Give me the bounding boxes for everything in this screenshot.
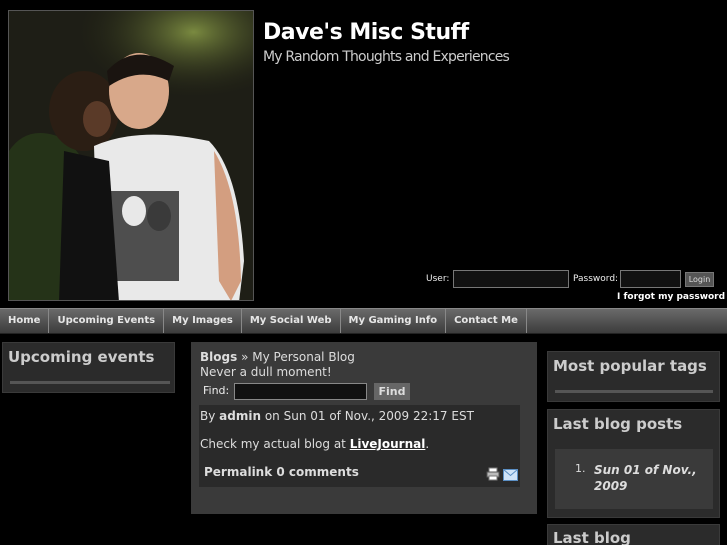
post-author[interactable]: admin <box>219 409 261 423</box>
nav-home[interactable]: Home <box>0 309 50 333</box>
popular-tags-box: Most popular tags <box>547 351 720 402</box>
divider <box>10 381 170 384</box>
livejournal-link[interactable]: LiveJournal <box>350 437 426 451</box>
forgot-password-link[interactable]: I forgot my password <box>617 292 725 302</box>
blog-panel: Blogs » My Personal Blog Never a dull mo… <box>191 342 537 514</box>
find-input[interactable] <box>234 383 367 400</box>
find-button[interactable]: Find <box>374 383 410 400</box>
breadcrumb-current: My Personal Blog <box>252 350 355 364</box>
email-icon[interactable] <box>503 466 518 485</box>
last-post-link[interactable]: Sun 01 of Nov., 2009 <box>594 462 709 494</box>
post-links: Permalink 0 comments <box>204 465 359 479</box>
divider <box>555 390 713 393</box>
nav-contact-me[interactable]: Contact Me <box>446 309 527 333</box>
login-button[interactable]: Login <box>685 272 714 287</box>
site-subtitle: My Random Thoughts and Experiences <box>263 49 510 65</box>
nav-upcoming-events[interactable]: Upcoming Events <box>49 309 165 333</box>
upcoming-events-title: Upcoming events <box>8 348 155 366</box>
permalink-link[interactable]: Permalink <box>204 465 272 479</box>
breadcrumb-separator: » <box>237 350 253 364</box>
find-label: Find: <box>203 384 230 397</box>
breadcrumb: Blogs » My Personal Blog <box>200 350 355 364</box>
breadcrumb-blogs[interactable]: Blogs <box>200 350 237 364</box>
post-body-text: Check my actual blog at <box>200 437 350 451</box>
last-blog-box: Last blog <box>547 524 720 545</box>
user-label: User: <box>426 274 450 284</box>
password-label: Password: <box>573 274 619 284</box>
post-meta: By admin on Sun 01 of Nov., 2009 22:17 E… <box>200 409 474 423</box>
post-body-suffix: . <box>425 437 430 451</box>
last-posts-list: 1. Sun 01 of Nov., 2009 <box>555 449 713 509</box>
post-body: Check my actual blog at LiveJournal. <box>200 437 429 451</box>
popular-tags-title: Most popular tags <box>553 357 707 375</box>
post-actions <box>486 466 518 485</box>
user-field[interactable] <box>453 270 569 288</box>
last-posts-box: Last blog posts 1. Sun 01 of Nov., 2009 <box>547 409 720 518</box>
nav-my-social-web[interactable]: My Social Web <box>242 309 341 333</box>
blog-tagline: Never a dull moment! <box>200 365 332 379</box>
post-date: on Sun 01 of Nov., 2009 22:17 EST <box>261 409 474 423</box>
list-item-number: 1. <box>575 462 586 475</box>
upcoming-events-box: Upcoming events <box>2 342 175 393</box>
print-icon[interactable] <box>486 466 500 485</box>
last-posts-title: Last blog posts <box>553 415 683 433</box>
header-photo <box>8 10 254 301</box>
nav-my-images[interactable]: My Images <box>164 309 242 333</box>
nav-my-gaming-info[interactable]: My Gaming Info <box>341 309 447 333</box>
password-field[interactable] <box>620 270 681 288</box>
site-title[interactable]: Dave's Misc Stuff <box>263 20 469 45</box>
main-nav: Home Upcoming Events My Images My Social… <box>0 308 727 334</box>
post-by: By <box>200 409 220 423</box>
blog-post: By admin on Sun 01 of Nov., 2009 22:17 E… <box>199 405 520 487</box>
last-blog-title: Last blog <box>553 529 631 545</box>
comments-link[interactable]: 0 comments <box>272 465 358 479</box>
